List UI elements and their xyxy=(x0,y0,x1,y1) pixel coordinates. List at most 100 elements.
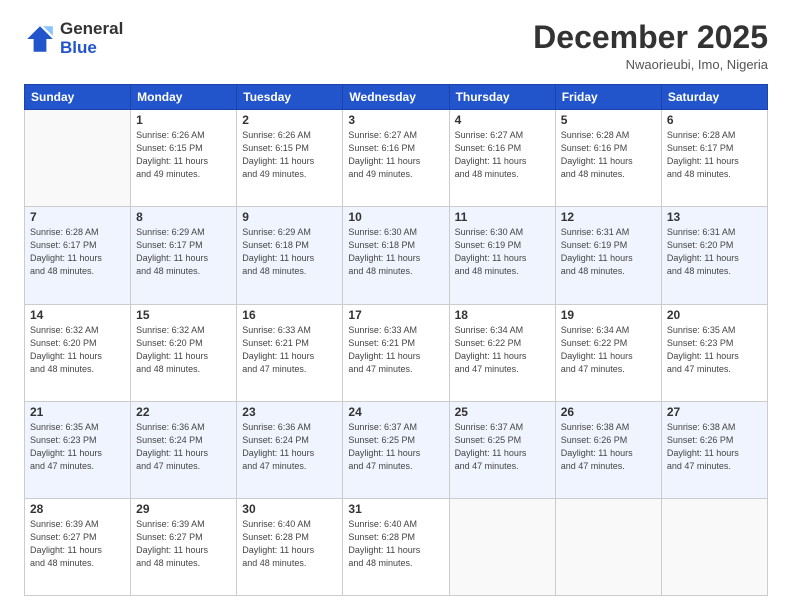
calendar-week-row: 21 Sunrise: 6:35 AMSunset: 6:23 PMDayligh… xyxy=(25,401,768,498)
weekday-header-row: Sunday Monday Tuesday Wednesday Thursday… xyxy=(25,85,768,110)
day-info: Sunrise: 6:34 AMSunset: 6:22 PMDaylight:… xyxy=(561,324,656,376)
day-info: Sunrise: 6:39 AMSunset: 6:27 PMDaylight:… xyxy=(136,518,231,570)
day-info: Sunrise: 6:35 AMSunset: 6:23 PMDaylight:… xyxy=(30,421,125,473)
table-row: 15 Sunrise: 6:32 AMSunset: 6:20 PMDayligh… xyxy=(131,304,237,401)
calendar-week-row: 1 Sunrise: 6:26 AMSunset: 6:15 PMDaylight… xyxy=(25,110,768,207)
day-info: Sunrise: 6:38 AMSunset: 6:26 PMDaylight:… xyxy=(667,421,762,473)
table-row xyxy=(661,498,767,595)
day-number: 3 xyxy=(348,113,443,127)
table-row: 25 Sunrise: 6:37 AMSunset: 6:25 PMDayligh… xyxy=(449,401,555,498)
table-row: 24 Sunrise: 6:37 AMSunset: 6:25 PMDayligh… xyxy=(343,401,449,498)
table-row: 19Sunrise: 6:34 AMSunset: 6:22 PMDayligh… xyxy=(555,304,661,401)
table-row: 13 Sunrise: 6:31 AMSunset: 6:20 PMDayligh… xyxy=(661,207,767,304)
table-row: 20 Sunrise: 6:35 AMSunset: 6:23 PMDayligh… xyxy=(661,304,767,401)
table-row: 12Sunrise: 6:31 AMSunset: 6:19 PMDayligh… xyxy=(555,207,661,304)
location: Nwaorieubi, Imo, Nigeria xyxy=(533,57,768,72)
table-row: 31Sunrise: 6:40 AMSunset: 6:28 PMDayligh… xyxy=(343,498,449,595)
table-row: 23Sunrise: 6:36 AMSunset: 6:24 PMDayligh… xyxy=(237,401,343,498)
day-info: Sunrise: 6:31 AMSunset: 6:20 PMDaylight:… xyxy=(667,226,762,278)
logo-general-text: General xyxy=(60,20,123,39)
table-row: 6Sunrise: 6:28 AMSunset: 6:17 PMDaylight… xyxy=(661,110,767,207)
day-info: Sunrise: 6:29 AMSunset: 6:18 PMDaylight:… xyxy=(242,226,337,278)
month-title: December 2025 xyxy=(533,20,768,55)
day-number: 4 xyxy=(455,113,550,127)
calendar-week-row: 28 Sunrise: 6:39 AMSunset: 6:27 PMDayligh… xyxy=(25,498,768,595)
table-row: 28 Sunrise: 6:39 AMSunset: 6:27 PMDayligh… xyxy=(25,498,131,595)
day-info: Sunrise: 6:26 AMSunset: 6:15 PMDaylight:… xyxy=(136,129,231,181)
day-info: Sunrise: 6:32 AMSunset: 6:20 PMDaylight:… xyxy=(136,324,231,376)
day-info: Sunrise: 6:33 AMSunset: 6:21 PMDaylight:… xyxy=(348,324,443,376)
day-info: Sunrise: 6:33 AMSunset: 6:21 PMDaylight:… xyxy=(242,324,337,376)
page: General Blue December 2025 Nwaorieubi, I… xyxy=(0,0,792,612)
table-row: 27 Sunrise: 6:38 AMSunset: 6:26 PMDayligh… xyxy=(661,401,767,498)
day-info: Sunrise: 6:37 AMSunset: 6:25 PMDaylight:… xyxy=(348,421,443,473)
logo-blue-text: Blue xyxy=(60,39,123,58)
day-info: Sunrise: 6:30 AMSunset: 6:19 PMDaylight:… xyxy=(455,226,550,278)
day-info: Sunrise: 6:27 AMSunset: 6:16 PMDaylight:… xyxy=(348,129,443,181)
header-monday: Monday xyxy=(131,85,237,110)
table-row: 2 Sunrise: 6:26 AMSunset: 6:15 PMDaylight… xyxy=(237,110,343,207)
day-number: 9 xyxy=(242,210,337,224)
day-number: 25 xyxy=(455,405,550,419)
day-number: 23 xyxy=(242,405,337,419)
day-number: 31 xyxy=(348,502,443,516)
day-number: 21 xyxy=(30,405,125,419)
day-number: 24 xyxy=(348,405,443,419)
calendar: Sunday Monday Tuesday Wednesday Thursday… xyxy=(24,84,768,596)
day-info: Sunrise: 6:37 AMSunset: 6:25 PMDaylight:… xyxy=(455,421,550,473)
table-row: 16 Sunrise: 6:33 AMSunset: 6:21 PMDayligh… xyxy=(237,304,343,401)
day-info: Sunrise: 6:30 AMSunset: 6:18 PMDaylight:… xyxy=(348,226,443,278)
day-info: Sunrise: 6:28 AMSunset: 6:17 PMDaylight:… xyxy=(667,129,762,181)
header-sunday: Sunday xyxy=(25,85,131,110)
day-number: 12 xyxy=(561,210,656,224)
table-row: 14 Sunrise: 6:32 AMSunset: 6:20 PMDayligh… xyxy=(25,304,131,401)
day-number: 13 xyxy=(667,210,762,224)
header-saturday: Saturday xyxy=(661,85,767,110)
day-info: Sunrise: 6:35 AMSunset: 6:23 PMDaylight:… xyxy=(667,324,762,376)
day-info: Sunrise: 6:26 AMSunset: 6:15 PMDaylight:… xyxy=(242,129,337,181)
table-row: 4 Sunrise: 6:27 AMSunset: 6:16 PMDaylight… xyxy=(449,110,555,207)
table-row: 30Sunrise: 6:40 AMSunset: 6:28 PMDayligh… xyxy=(237,498,343,595)
day-info: Sunrise: 6:27 AMSunset: 6:16 PMDaylight:… xyxy=(455,129,550,181)
day-number: 7 xyxy=(30,210,125,224)
table-row: 29 Sunrise: 6:39 AMSunset: 6:27 PMDayligh… xyxy=(131,498,237,595)
table-row: 5Sunrise: 6:28 AMSunset: 6:16 PMDaylight… xyxy=(555,110,661,207)
table-row xyxy=(449,498,555,595)
logo-text: General Blue xyxy=(60,20,123,57)
header-thursday: Thursday xyxy=(449,85,555,110)
table-row xyxy=(555,498,661,595)
table-row: 9 Sunrise: 6:29 AMSunset: 6:18 PMDaylight… xyxy=(237,207,343,304)
day-number: 29 xyxy=(136,502,231,516)
day-number: 26 xyxy=(561,405,656,419)
table-row: 22 Sunrise: 6:36 AMSunset: 6:24 PMDayligh… xyxy=(131,401,237,498)
day-number: 2 xyxy=(242,113,337,127)
day-info: Sunrise: 6:36 AMSunset: 6:24 PMDaylight:… xyxy=(136,421,231,473)
day-info: Sunrise: 6:32 AMSunset: 6:20 PMDaylight:… xyxy=(30,324,125,376)
day-info: Sunrise: 6:28 AMSunset: 6:17 PMDaylight:… xyxy=(30,226,125,278)
day-number: 1 xyxy=(136,113,231,127)
logo: General Blue xyxy=(24,20,123,57)
calendar-week-row: 7 Sunrise: 6:28 AMSunset: 6:17 PMDaylight… xyxy=(25,207,768,304)
day-number: 14 xyxy=(30,308,125,322)
table-row: 3 Sunrise: 6:27 AMSunset: 6:16 PMDaylight… xyxy=(343,110,449,207)
day-number: 17 xyxy=(348,308,443,322)
header-friday: Friday xyxy=(555,85,661,110)
table-row: 21 Sunrise: 6:35 AMSunset: 6:23 PMDayligh… xyxy=(25,401,131,498)
day-info: Sunrise: 6:34 AMSunset: 6:22 PMDaylight:… xyxy=(455,324,550,376)
table-row: 26 Sunrise: 6:38 AMSunset: 6:26 PMDayligh… xyxy=(555,401,661,498)
day-number: 28 xyxy=(30,502,125,516)
day-info: Sunrise: 6:29 AMSunset: 6:17 PMDaylight:… xyxy=(136,226,231,278)
table-row: 8Sunrise: 6:29 AMSunset: 6:17 PMDaylight… xyxy=(131,207,237,304)
day-info: Sunrise: 6:28 AMSunset: 6:16 PMDaylight:… xyxy=(561,129,656,181)
table-row: 10Sunrise: 6:30 AMSunset: 6:18 PMDayligh… xyxy=(343,207,449,304)
logo-icon xyxy=(24,23,56,55)
day-info: Sunrise: 6:39 AMSunset: 6:27 PMDaylight:… xyxy=(30,518,125,570)
day-info: Sunrise: 6:38 AMSunset: 6:26 PMDaylight:… xyxy=(561,421,656,473)
day-number: 22 xyxy=(136,405,231,419)
day-number: 20 xyxy=(667,308,762,322)
header-tuesday: Tuesday xyxy=(237,85,343,110)
day-number: 27 xyxy=(667,405,762,419)
day-number: 11 xyxy=(455,210,550,224)
day-number: 15 xyxy=(136,308,231,322)
day-number: 16 xyxy=(242,308,337,322)
